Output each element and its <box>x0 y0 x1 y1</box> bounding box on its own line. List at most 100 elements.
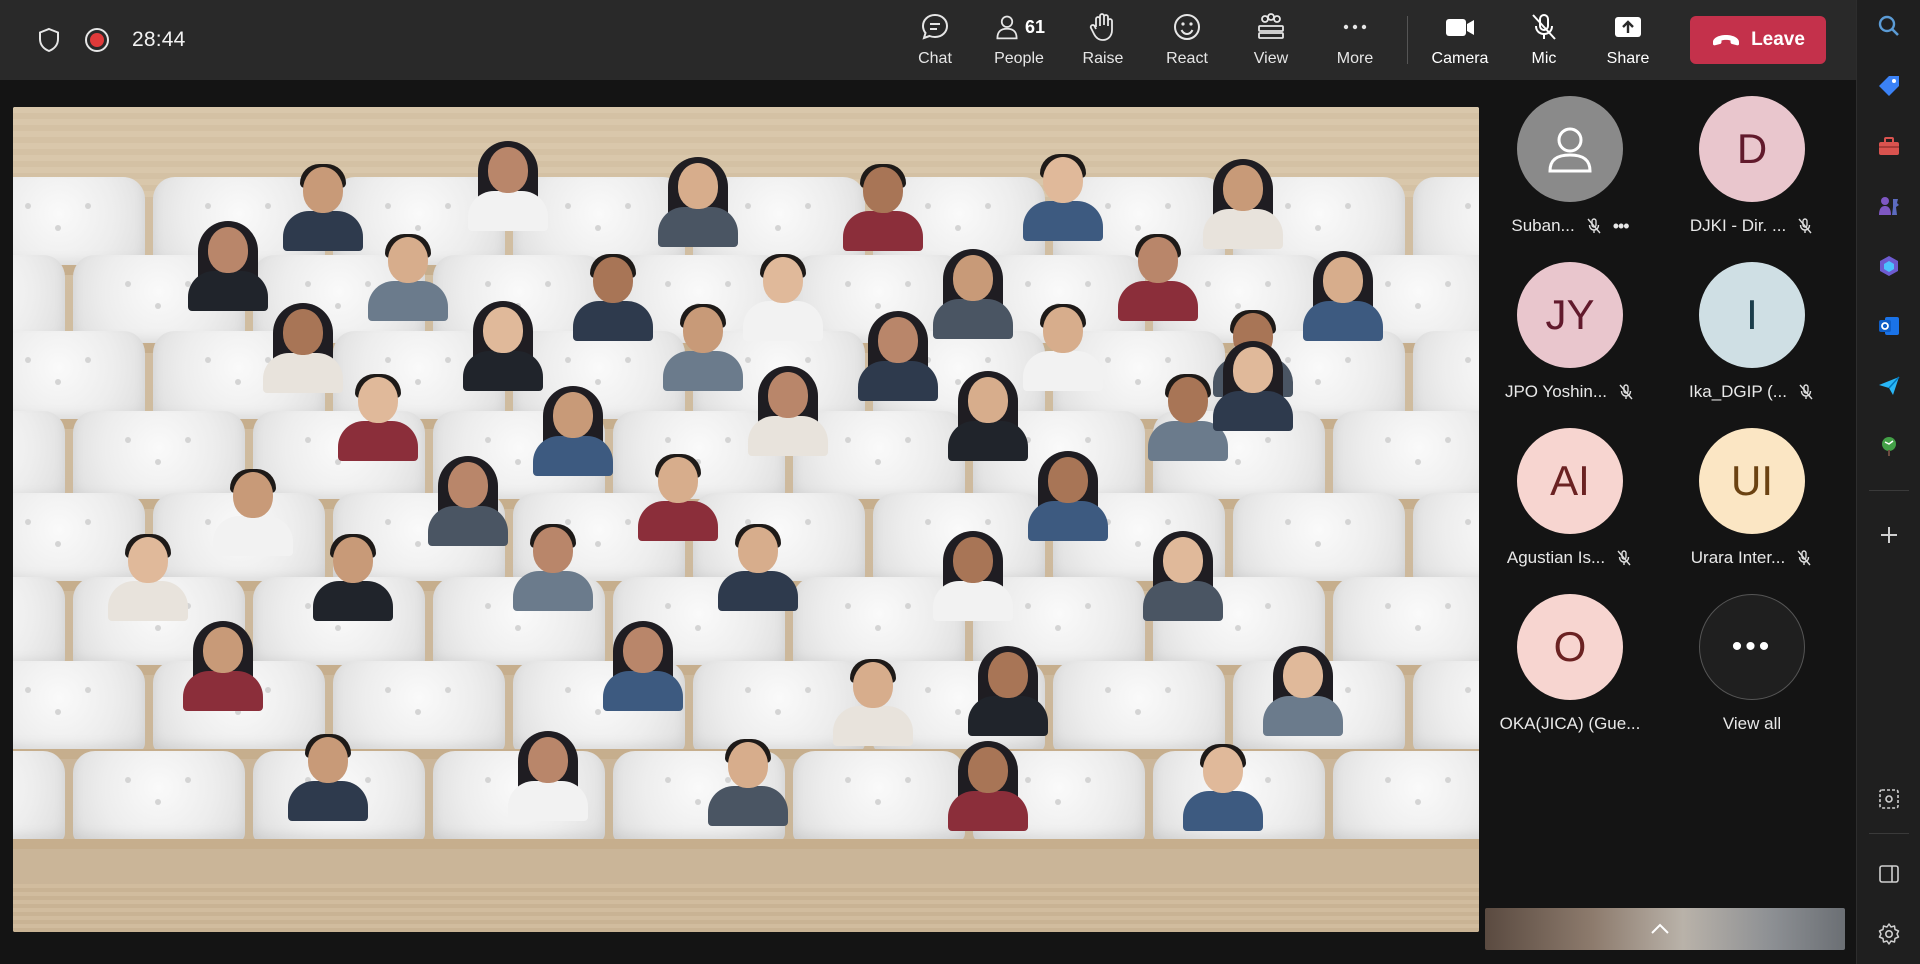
person-icon <box>1542 121 1598 177</box>
plant-app-button[interactable] <box>1869 426 1909 466</box>
seated-attendee <box>428 462 508 546</box>
copilot-app-button[interactable] <box>1869 246 1909 286</box>
seat <box>1233 493 1405 585</box>
shield-icon[interactable] <box>36 27 62 53</box>
together-mode-video[interactable] <box>13 107 1479 932</box>
raise-hand-button[interactable]: Raise <box>1061 0 1145 80</box>
attendee-face <box>1233 347 1273 393</box>
camera-label: Camera <box>1432 50 1489 68</box>
view-all-button[interactable]: ••• View all <box>1672 578 1832 744</box>
copilot-icon <box>1876 253 1902 279</box>
self-view-video[interactable] <box>1485 908 1845 950</box>
add-app-button[interactable] <box>1869 515 1909 555</box>
participant-tile[interactable]: Suban... ••• <box>1490 80 1650 246</box>
seated-attendee <box>1213 347 1293 431</box>
seated-attendee <box>658 163 738 247</box>
leave-button[interactable]: Leave <box>1690 16 1826 64</box>
participant-panel: Suban... ••• D DJKI - Dir. ... JY JPO Yo… <box>1480 80 1836 744</box>
attendee-body <box>1303 301 1383 341</box>
seated-attendee <box>313 537 393 621</box>
mic-button[interactable]: Mic <box>1502 0 1586 80</box>
chess-app-button[interactable] <box>1869 186 1909 226</box>
tag-app-button[interactable] <box>1869 66 1909 106</box>
attendee-body <box>428 506 508 546</box>
seated-attendee <box>603 627 683 711</box>
chat-button[interactable]: Chat <box>893 0 977 80</box>
react-button[interactable]: React <box>1145 0 1229 80</box>
more-button[interactable]: More <box>1313 0 1397 80</box>
search-icon <box>1877 14 1901 38</box>
chevron-up-icon[interactable] <box>1645 914 1675 944</box>
app-rail <box>1856 0 1920 964</box>
toolbox-app-button[interactable] <box>1869 126 1909 166</box>
meeting-toolbar: 28:44 Chat 61 People Raise React <box>0 0 1856 80</box>
seated-attendee <box>748 372 828 456</box>
participant-tile[interactable]: UI Urara Inter... <box>1672 412 1832 578</box>
attendee-body <box>743 301 823 341</box>
attendee-body <box>1263 696 1343 736</box>
share-icon <box>1612 12 1644 42</box>
more-label: More <box>1337 50 1373 68</box>
settings-icon <box>1877 922 1901 946</box>
rail-bottom-actions <box>1869 759 1909 954</box>
participant-tile[interactable]: JY JPO Yoshin... <box>1490 246 1650 412</box>
mic-off-icon <box>1797 383 1815 401</box>
mic-off-icon <box>1528 12 1560 42</box>
panel-icon <box>1877 862 1901 886</box>
participant-tile[interactable]: AI Agustian Is... <box>1490 412 1650 578</box>
seated-attendee <box>188 227 268 311</box>
attendee-body <box>108 581 188 621</box>
attendee-face <box>863 167 903 213</box>
participant-label: Suban... ••• <box>1485 216 1655 236</box>
attendee-body <box>968 696 1048 736</box>
attendee-face <box>763 257 803 303</box>
seated-attendee <box>1303 257 1383 341</box>
participant-label: Urara Inter... <box>1667 548 1837 568</box>
attendee-face <box>738 527 778 573</box>
side-panel-button[interactable] <box>1869 854 1909 894</box>
attendee-face <box>593 257 633 303</box>
participant-tile[interactable]: O OKA(JICA) (Gue... <box>1490 578 1650 744</box>
attendee-face <box>533 527 573 573</box>
participant-name: JPO Yoshin... <box>1505 382 1607 402</box>
attendee-face <box>953 255 993 301</box>
seat <box>1333 751 1479 843</box>
attendee-body <box>513 571 593 611</box>
view-button[interactable]: View <box>1229 0 1313 80</box>
auditorium-floor <box>13 884 1479 932</box>
participant-tile[interactable]: D DJKI - Dir. ... <box>1672 80 1832 246</box>
seat <box>1333 577 1479 669</box>
avatar: UI <box>1699 428 1805 534</box>
seated-attendee <box>573 257 653 341</box>
more-icon: ••• <box>1699 594 1805 700</box>
attendee-body <box>708 786 788 826</box>
camera-button[interactable]: Camera <box>1418 0 1502 80</box>
people-button[interactable]: 61 People <box>977 0 1061 80</box>
attendee-face <box>448 462 488 508</box>
seat <box>13 411 65 503</box>
avatar <box>1517 96 1623 202</box>
seated-attendee <box>108 537 188 621</box>
participant-tile[interactable]: I Ika_DGIP (... <box>1672 246 1832 412</box>
outlook-app-button[interactable] <box>1869 306 1909 346</box>
raise-label: Raise <box>1083 50 1124 68</box>
send-app-button[interactable] <box>1869 366 1909 406</box>
share-button[interactable]: Share <box>1586 0 1670 80</box>
seated-attendee <box>213 472 293 556</box>
seat <box>1413 493 1479 585</box>
attendee-face <box>388 237 428 283</box>
attendee-face <box>1043 157 1083 203</box>
attendee-face <box>303 167 343 213</box>
seated-attendee <box>858 317 938 401</box>
avatar: I <box>1699 262 1805 368</box>
attendee-body <box>1213 391 1293 431</box>
screenshot-button[interactable] <box>1869 779 1909 819</box>
search-button[interactable] <box>1869 6 1909 46</box>
attendee-body <box>533 436 613 476</box>
people-label: People <box>994 50 1044 68</box>
settings-button[interactable] <box>1869 914 1909 954</box>
attendee-body <box>263 353 343 393</box>
mic-off-icon <box>1585 217 1603 235</box>
participant-more-icon[interactable]: ••• <box>1613 217 1629 235</box>
seated-attendee <box>288 737 368 821</box>
